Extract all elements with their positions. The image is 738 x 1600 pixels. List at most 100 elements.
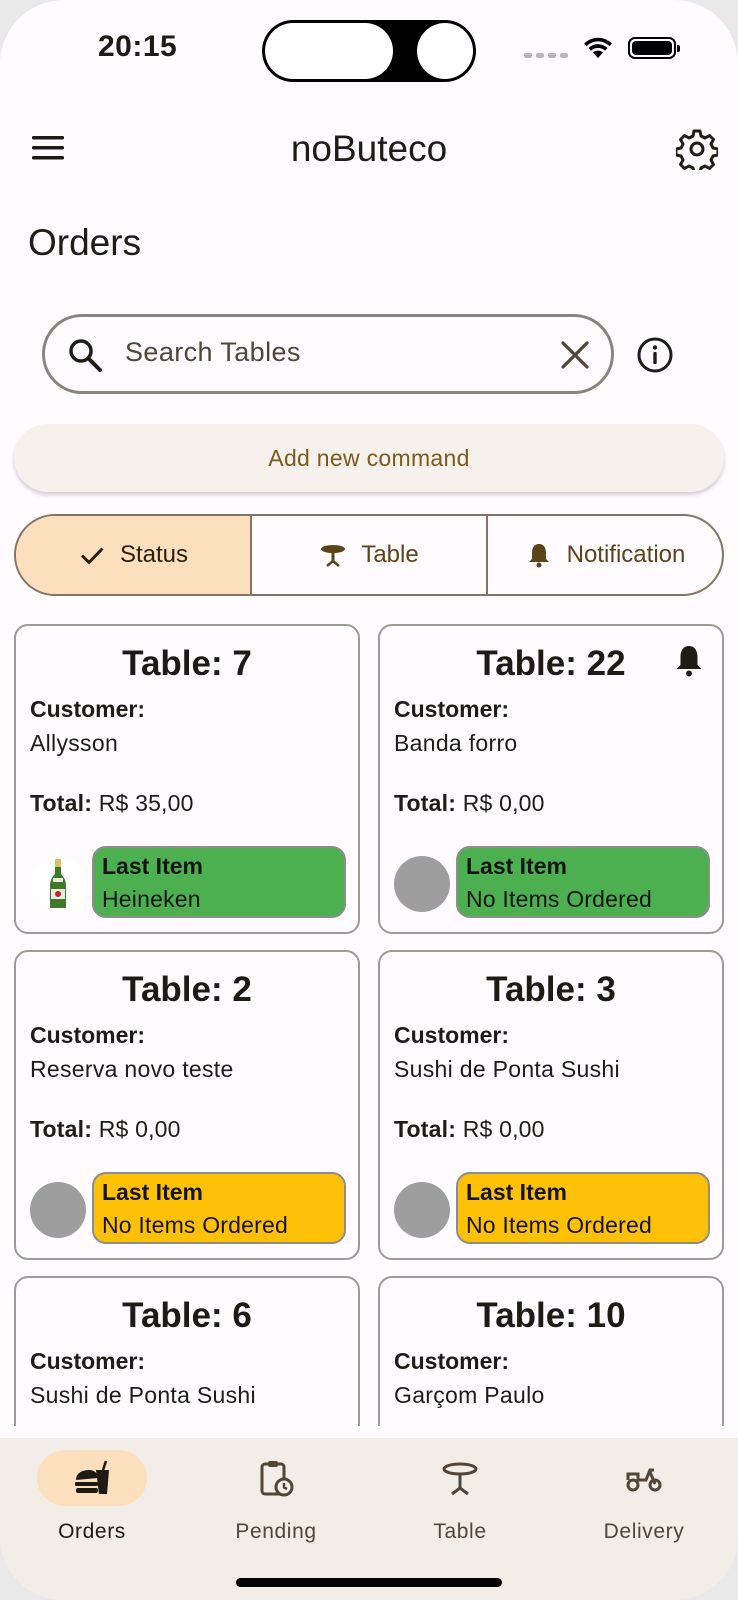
card-title: Table: 2 [122,970,252,1009]
nav-table-pill [405,1450,515,1506]
last-item-value: No Items Ordered [466,1212,652,1238]
filter-notification[interactable]: Notification [488,516,722,594]
last-item-badge: Last Item No Items Ordered [456,1172,710,1244]
dynamic-island [262,20,476,82]
status-time: 20:15 [98,30,178,63]
check-icon [80,547,104,565]
card-total: Total: R$ 0,00 [30,1116,181,1143]
table-card-10[interactable]: Table: 10 Customer: Garçom Paulo [378,1276,724,1426]
table-card-22[interactable]: Table: 22 Customer: Banda forro Total: R… [378,624,724,934]
battery-icon [628,37,680,59]
card-title: Table: 6 [122,1296,252,1335]
cellular-signal-icon [524,52,568,58]
total-value: R$ 0,00 [462,790,545,816]
total-label: Total: [30,1116,93,1142]
filter-segmented-control: Status Table Notification [14,514,724,596]
bell-icon [528,544,549,568]
phone-screen: 20:15 noButeco Orders Search Tables Add … [0,0,738,1600]
filter-notification-label: Notification [566,541,686,568]
close-icon[interactable] [559,339,591,371]
beer-bottle-image [30,856,86,912]
nav-pending[interactable]: Pending [184,1450,368,1544]
customer-label: Customer: [30,1348,146,1374]
orders-icon [75,1460,109,1494]
pending-clipboard-icon [260,1461,294,1497]
last-item-label: Last Item [466,1179,567,1205]
add-command-button[interactable]: Add new command [14,424,724,492]
card-total: Total: R$ 0,00 [394,790,545,817]
nav-table-label: Table [433,1520,487,1543]
search-placeholder: Search Tables [125,337,301,367]
filter-table[interactable]: Table [252,516,488,594]
last-item-label: Last Item [466,853,567,879]
delivery-scooter-icon [626,1468,662,1492]
last-item-value: Heineken [102,886,201,912]
table-icon [321,545,346,567]
table-card-3[interactable]: Table: 3 Customer: Sushi de Ponta Sushi … [378,950,724,1260]
nav-table[interactable]: Table [368,1450,552,1544]
table-card-7[interactable]: Table: 7 Customer: Allysson Total: R$ 35… [14,624,360,934]
last-item-badge: Last Item No Items Ordered [456,846,710,918]
island-pill [265,23,393,79]
last-item-badge: Last Item No Items Ordered [92,1172,346,1244]
nav-pending-label: Pending [235,1520,317,1543]
card-title: Table: 22 [476,644,626,683]
item-placeholder-image [30,1182,86,1238]
filter-status-label: Status [119,541,189,568]
island-dot [417,23,473,79]
customer-label: Customer: [30,1022,146,1048]
customer-label: Customer: [394,1022,510,1048]
add-command-label: Add new command [268,444,470,471]
nav-orders-pill [37,1450,147,1506]
table-icon [442,1462,478,1496]
info-icon[interactable] [636,336,674,374]
last-item-badge: Last Item Heineken [92,846,346,918]
total-label: Total: [30,790,93,816]
page-title: Orders [28,222,142,263]
nav-orders-label: Orders [58,1520,126,1543]
last-item-value: No Items Ordered [102,1212,288,1238]
customer-name: Sushi de Ponta Sushi [30,1382,256,1408]
nav-delivery-label: Delivery [603,1520,685,1543]
card-title: Table: 10 [476,1296,626,1335]
total-label: Total: [394,790,457,816]
wifi-icon [584,37,612,58]
filter-table-label: Table [361,541,419,568]
last-item-value: No Items Ordered [466,886,652,912]
customer-label: Customer: [394,696,510,722]
item-placeholder-image [394,1182,450,1238]
table-card-6[interactable]: Table: 6 Customer: Sushi de Ponta Sushi [14,1276,360,1426]
total-value: R$ 35,00 [98,790,194,816]
total-value: R$ 0,00 [98,1116,181,1142]
customer-name: Reserva novo teste [30,1056,234,1082]
card-title: Table: 7 [122,644,252,683]
bell-icon [676,646,702,677]
table-cards-grid: Table: 7 Customer: Allysson Total: R$ 35… [0,622,738,1426]
card-total: Total: R$ 0,00 [394,1116,545,1143]
customer-name: Banda forro [394,730,518,756]
nav-delivery-pill [589,1450,699,1506]
status-indicators [524,36,680,60]
last-item-label: Last Item [102,1179,203,1205]
card-total: Total: R$ 35,00 [30,790,194,817]
card-title: Table: 3 [486,970,616,1009]
customer-name: Sushi de Ponta Sushi [394,1056,620,1082]
bottom-navigation: Orders Pending Table Delivery [0,1438,738,1600]
search-icon [69,339,102,372]
total-value: R$ 0,00 [462,1116,545,1142]
filter-status[interactable]: Status [16,516,252,594]
gear-icon [674,129,720,175]
customer-label: Customer: [394,1348,510,1374]
settings-button[interactable] [674,128,720,175]
nav-pending-pill [221,1450,331,1506]
nav-delivery[interactable]: Delivery [552,1450,736,1544]
nav-orders[interactable]: Orders [0,1450,184,1544]
search-input[interactable]: Search Tables [42,314,614,394]
item-placeholder-image [394,856,450,912]
customer-label: Customer: [30,696,146,722]
customer-name: Garçom Paulo [394,1382,545,1408]
app-title: noButeco [290,128,448,169]
total-label: Total: [394,1116,457,1142]
table-card-2[interactable]: Table: 2 Customer: Reserva novo teste To… [14,950,360,1260]
home-indicator [236,1578,502,1587]
